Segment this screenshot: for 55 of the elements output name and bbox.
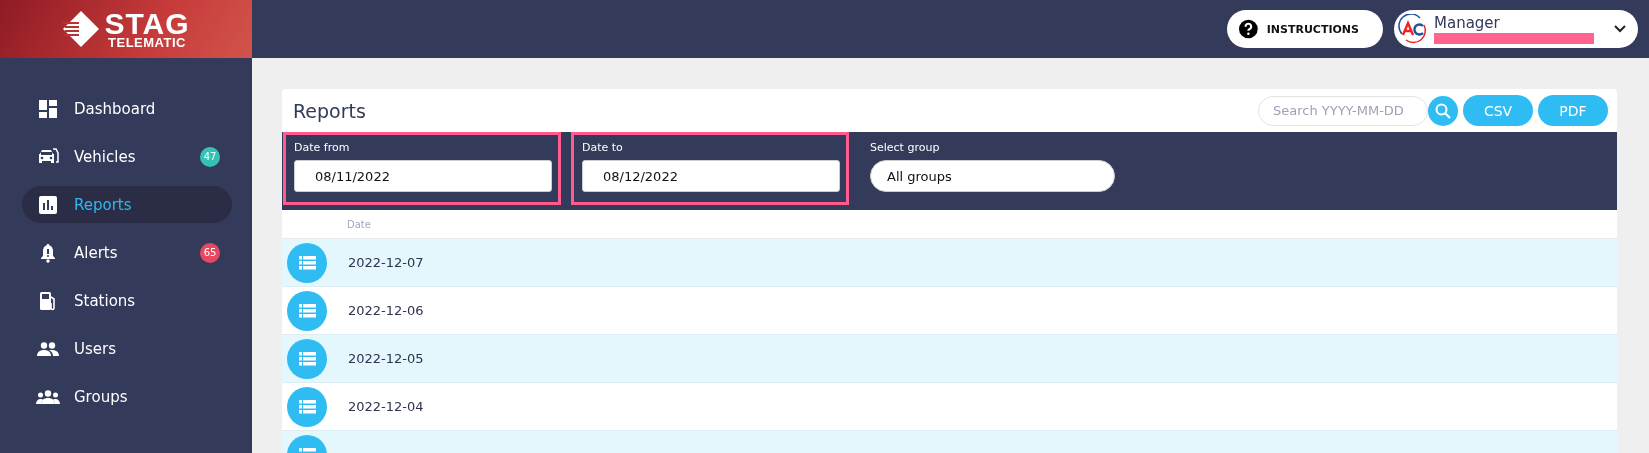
- search-button[interactable]: [1428, 95, 1458, 126]
- fuel-station-icon: [39, 290, 57, 311]
- sidebar-item[interactable]: Vehicles 47: [22, 138, 232, 175]
- car-icon: [37, 147, 59, 166]
- dashboard-icon: [39, 99, 57, 118]
- instructions-button[interactable]: INSTRUCTIONS: [1227, 10, 1383, 48]
- column-header: Date: [347, 218, 371, 230]
- sidebar-item[interactable]: Reports: [22, 186, 232, 223]
- view-report-button[interactable]: [287, 290, 327, 331]
- field-label: Date from: [294, 141, 351, 154]
- count-badge: 65: [200, 242, 220, 263]
- sidebar-label: Alerts: [74, 243, 119, 262]
- diamond-logo-icon: [62, 10, 101, 48]
- help-icon: [1239, 19, 1258, 39]
- group-icon: [36, 389, 60, 404]
- search-icon: [1435, 102, 1451, 119]
- field-label: Date to: [582, 141, 624, 154]
- date-field[interactable]: 08/11/2022: [294, 160, 552, 192]
- count-badge: 47: [200, 146, 220, 167]
- sidebar-label: Dashboard: [74, 99, 157, 118]
- view-report-button[interactable]: [287, 386, 327, 427]
- bar-chart-icon: [39, 195, 57, 214]
- sidebar-label: Users: [74, 339, 117, 358]
- date-cell: 2022-12-06: [348, 303, 424, 318]
- group-select[interactable]: All groups: [870, 160, 1115, 192]
- sidebar-label: Groups: [74, 387, 129, 406]
- date-field[interactable]: 08/12/2022: [582, 160, 840, 192]
- sidebar-label: Stations: [74, 291, 137, 310]
- field-label: Select group: [870, 141, 941, 154]
- sidebar-item[interactable]: Stations: [22, 282, 232, 319]
- chevron-down-icon: [1614, 25, 1626, 33]
- date-cell: 2022-12-04: [348, 399, 424, 414]
- date-cell: 2022-12-05: [348, 351, 424, 366]
- sidebar-item[interactable]: Dashboard: [22, 90, 232, 127]
- bell-icon: [39, 242, 57, 263]
- list-icon: [298, 255, 316, 270]
- company-logo-icon: [1398, 14, 1428, 44]
- sidebar-label: Reports: [74, 195, 133, 214]
- view-report-button[interactable]: [287, 338, 327, 379]
- list-icon: [298, 399, 316, 414]
- list-icon: [298, 303, 316, 318]
- list-icon: [298, 351, 316, 366]
- sidebar-label: Vehicles: [74, 147, 137, 166]
- sidebar-item[interactable]: Alerts 65: [22, 234, 232, 271]
- sidebar-item[interactable]: Users: [22, 330, 232, 367]
- sidebar-item[interactable]: Groups: [22, 378, 232, 415]
- user-menu[interactable]: Manager: [1394, 10, 1638, 48]
- users-icon: [37, 341, 59, 356]
- page-title: Reports: [293, 99, 367, 122]
- user-role: Manager: [1434, 14, 1501, 31]
- search-field[interactable]: Search YYYY-MM-DD: [1258, 95, 1428, 126]
- date-cell: 2022-12-07: [348, 255, 424, 270]
- brand-tagline: TELEMATIC: [108, 36, 186, 49]
- view-report-button[interactable]: [287, 242, 327, 283]
- brand-name: STAG: [104, 9, 190, 37]
